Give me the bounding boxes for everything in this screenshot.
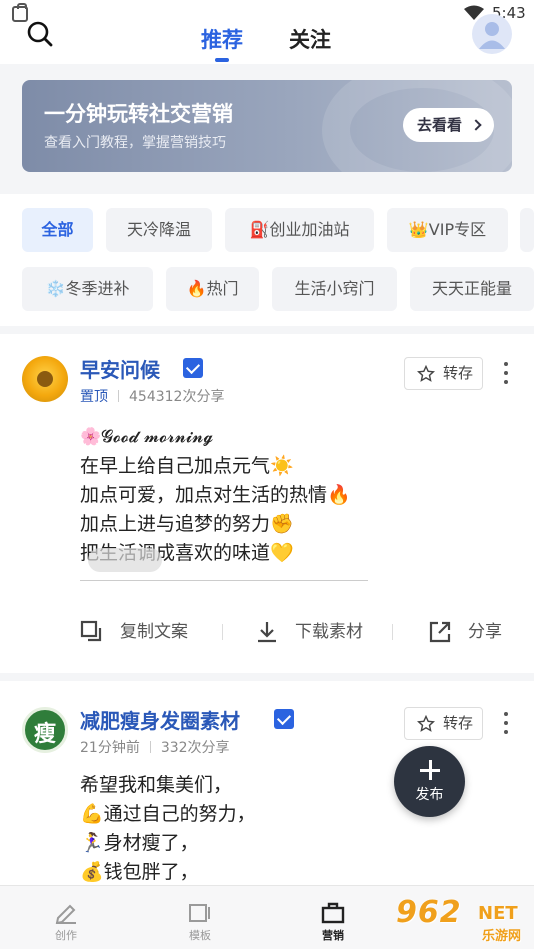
post-text-line: 💰钱包胖了， bbox=[80, 861, 199, 883]
post-text-line: 希望我和集美们， bbox=[80, 774, 233, 796]
template-icon bbox=[189, 904, 210, 922]
save-button[interactable]: 转存 bbox=[404, 357, 483, 390]
watermark-net: NET bbox=[478, 903, 518, 924]
more-options-icon[interactable] bbox=[503, 712, 509, 738]
post-meta: 21分钟前 332次分享 bbox=[80, 737, 230, 757]
avatar-char: 瘦 bbox=[33, 722, 56, 747]
more-options-icon[interactable] bbox=[503, 362, 509, 388]
section-divider bbox=[0, 673, 534, 681]
save-button[interactable]: 转存 bbox=[404, 707, 483, 740]
banner-go-label: 去看看 bbox=[417, 116, 463, 134]
post-author-name[interactable]: 早安问候 bbox=[80, 354, 160, 383]
post-author-name[interactable]: 减肥瘦身发圈素材 bbox=[80, 705, 240, 734]
text-divider bbox=[80, 580, 368, 581]
share-label: 分享 bbox=[468, 622, 502, 642]
download-label: 下载素材 bbox=[295, 622, 363, 642]
verified-icon bbox=[274, 709, 294, 729]
nav-create-label: 创作 bbox=[55, 929, 77, 942]
category-hot[interactable]: 🔥热门 bbox=[166, 267, 259, 311]
star-icon bbox=[417, 715, 435, 732]
banner-go-button[interactable]: 去看看 bbox=[403, 108, 494, 142]
chevron-right-icon bbox=[470, 119, 482, 131]
publish-fab[interactable]: 发布 bbox=[394, 746, 465, 817]
site-watermark: 962 NET 乐游网 bbox=[396, 895, 530, 945]
post-time: 21分钟前 bbox=[80, 740, 140, 756]
post-avatar-sunflower[interactable] bbox=[22, 356, 68, 402]
post-text-line: 加点上进与追梦的努力✊ bbox=[80, 513, 294, 535]
tutorial-banner[interactable]: 一分钟玩转社交营销 查看入门教程，掌握营销技巧 去看看 bbox=[22, 80, 512, 172]
category-winter-tonic[interactable]: ❄️冬季进补 bbox=[22, 267, 153, 311]
save-label: 转存 bbox=[443, 714, 474, 732]
watermark-number: 962 bbox=[396, 895, 462, 930]
banner-subtitle: 查看入门教程，掌握营销技巧 bbox=[44, 135, 226, 151]
expand-toggle[interactable] bbox=[88, 548, 162, 572]
avatar-icon bbox=[479, 22, 505, 49]
post-avatar-slim[interactable]: 瘦 bbox=[22, 707, 68, 753]
post-text-line: 🏃‍♀️身材瘦了， bbox=[80, 832, 199, 854]
nav-templates[interactable]: 模板 bbox=[160, 886, 240, 949]
share-count: 332次分享 bbox=[160, 740, 230, 756]
save-label: 转存 bbox=[443, 364, 474, 382]
nav-create[interactable]: 创作 bbox=[26, 886, 106, 949]
action-separator bbox=[222, 624, 223, 640]
pen-icon bbox=[55, 904, 76, 924]
user-avatar[interactable] bbox=[472, 14, 512, 54]
copy-icon bbox=[80, 620, 102, 642]
banner-title: 一分钟玩转社交营销 bbox=[44, 102, 233, 126]
post-meta: 置顶 454312次分享 bbox=[80, 386, 224, 406]
tab-follow[interactable]: 关注 bbox=[289, 24, 331, 54]
post-text-line: 加点可爱，加点对生活的热情🔥 bbox=[80, 484, 351, 506]
banner-section: 一分钟玩转社交营销 查看入门教程，掌握营销技巧 去看看 bbox=[0, 64, 534, 194]
post-text-line: 🌸𝓖𝓸𝓸𝓭 𝓶𝓸𝓻𝓷𝓲𝓷𝓰 bbox=[80, 427, 214, 447]
category-all[interactable]: 全部 bbox=[22, 208, 93, 252]
nav-marketing-label: 营销 bbox=[322, 929, 344, 942]
plus-icon bbox=[420, 760, 440, 780]
category-startup[interactable]: ⛽创业加油站 bbox=[225, 208, 374, 252]
copy-text-label: 复制文案 bbox=[120, 622, 188, 642]
post-text-line: 💪通过自己的努力， bbox=[80, 803, 256, 825]
briefcase-icon bbox=[321, 902, 345, 924]
section-divider bbox=[0, 326, 534, 334]
download-icon bbox=[258, 622, 276, 643]
category-positive[interactable]: 天天正能量 bbox=[410, 267, 534, 311]
sunflower-icon bbox=[37, 371, 53, 387]
share-icon bbox=[429, 621, 451, 643]
action-separator bbox=[392, 624, 393, 640]
post-actions: 复制文案 下载素材 分享 bbox=[0, 612, 534, 652]
verified-icon bbox=[183, 358, 203, 378]
tab-recommend[interactable]: 推荐 bbox=[201, 24, 243, 62]
category-cold-weather[interactable]: 天冷降温 bbox=[106, 208, 212, 252]
post-text-line: 在早上给自己加点元气☀️ bbox=[80, 455, 294, 477]
star-icon bbox=[417, 365, 435, 382]
nav-templates-label: 模板 bbox=[189, 929, 211, 942]
watermark-text: 乐游网 bbox=[482, 929, 522, 944]
share-count: 454312次分享 bbox=[129, 389, 225, 405]
search-icon[interactable] bbox=[26, 20, 54, 48]
category-vip[interactable]: 👑VIP专区 bbox=[387, 208, 508, 252]
top-header: 推荐 关注 bbox=[0, 14, 534, 64]
category-more-partial[interactable] bbox=[520, 208, 534, 252]
nav-marketing[interactable]: 营销 bbox=[293, 886, 373, 949]
category-life-tips[interactable]: 生活小窍门 bbox=[272, 267, 397, 311]
publish-label: 发布 bbox=[415, 787, 444, 803]
pinned-label: 置顶 bbox=[80, 389, 108, 405]
